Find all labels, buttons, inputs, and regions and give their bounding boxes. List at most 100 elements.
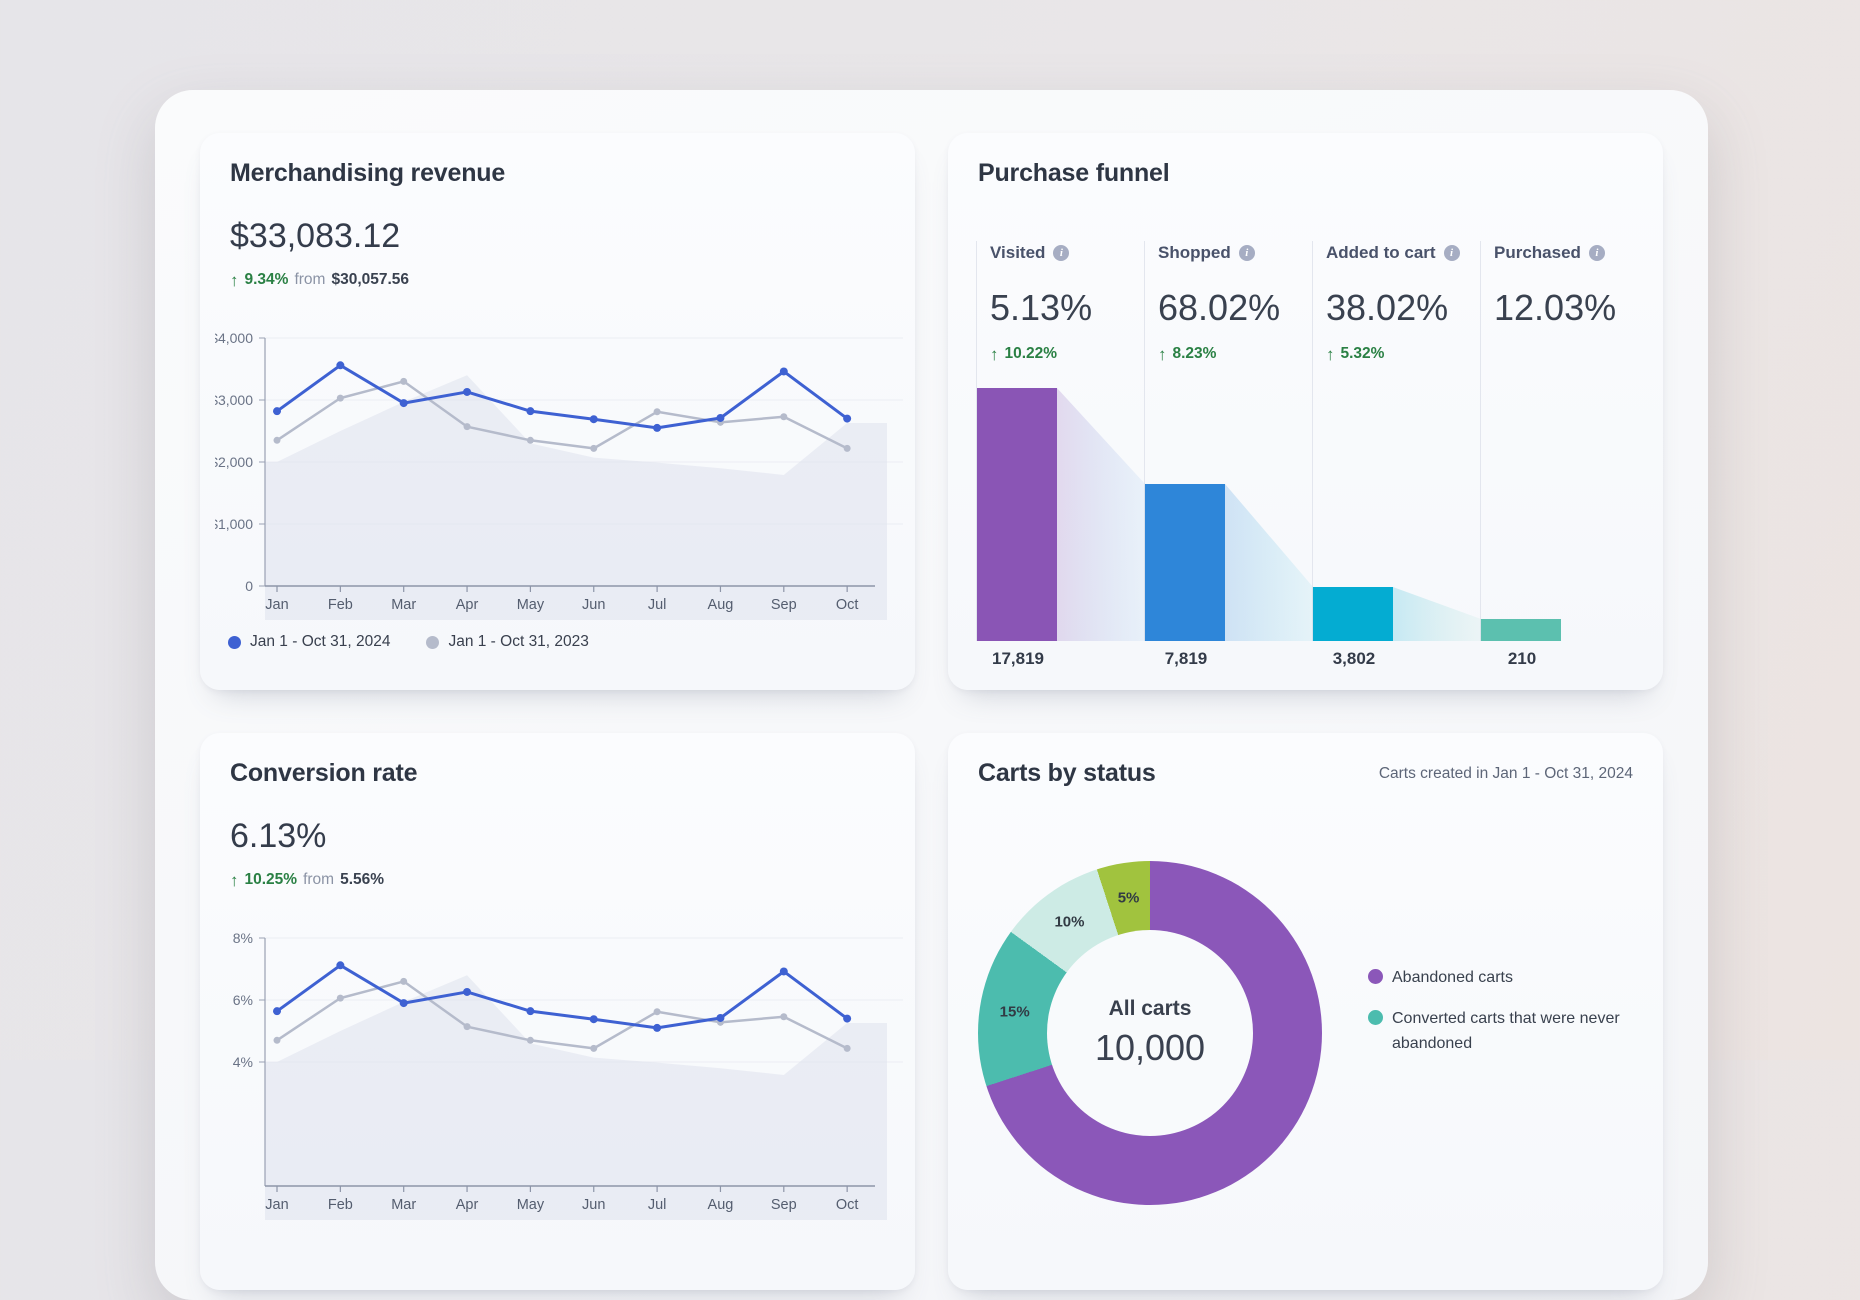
dashboard-panel: Merchandising revenue $33,083.12 ↑ 9.34%…: [155, 90, 1708, 1300]
x-axis-label: Mar: [391, 597, 416, 613]
card-title: Carts by status: [978, 759, 1156, 788]
data-point[interactable]: [526, 407, 534, 415]
funnel-column-added-to-cart: Added to cart i 38.02% ↑5.32%: [1312, 241, 1480, 641]
funnel-stage-percent: 5.13%: [990, 287, 1144, 329]
card-purchase-funnel: Purchase funnel Visitedi5.13%↑10.22%Shop…: [948, 133, 1663, 690]
data-point[interactable]: [336, 961, 344, 969]
funnel-column-label: Shopped: [1158, 243, 1231, 263]
data-point[interactable]: [274, 1037, 281, 1044]
funnel-column-label: Added to cart: [1326, 243, 1436, 263]
funnel-column-label: Purchased: [1494, 243, 1581, 263]
legend-item-jan-1-oct-31-2023[interactable]: Jan 1 - Oct 31, 2023: [426, 633, 588, 651]
previous-value: 5.56%: [340, 871, 384, 889]
revenue-value: $33,083.12: [230, 217, 400, 256]
y-axis-tick: $2,000: [215, 454, 253, 470]
legend-dot: [228, 636, 241, 649]
funnel-column-header: Visited i: [990, 243, 1144, 263]
y-axis-tick: $4,000: [215, 330, 253, 346]
data-point[interactable]: [653, 1024, 661, 1032]
info-icon[interactable]: i: [1444, 245, 1460, 261]
data-point[interactable]: [463, 988, 471, 996]
data-point[interactable]: [400, 978, 407, 985]
data-point[interactable]: [464, 1023, 471, 1030]
data-point[interactable]: [780, 367, 788, 375]
revenue-line-chart: $4,000$3,000$2,000$1,0000JanFebMarAprMay…: [215, 328, 915, 628]
conversion-value: 6.13%: [230, 817, 326, 856]
data-point[interactable]: [337, 995, 344, 1002]
data-point[interactable]: [336, 361, 344, 369]
data-point[interactable]: [337, 395, 344, 402]
data-point[interactable]: [780, 413, 787, 420]
data-point[interactable]: [653, 424, 661, 432]
donut-percent-label: 5%: [1118, 889, 1140, 906]
funnel-column-visited: Visited i 5.13% ↑10.22%: [976, 241, 1144, 641]
donut-percent-label: 15%: [1000, 1003, 1030, 1020]
data-point[interactable]: [463, 388, 471, 396]
x-axis-label: May: [517, 1197, 545, 1213]
legend-item-abandoned-carts[interactable]: Abandoned carts: [1368, 966, 1648, 991]
data-point[interactable]: [716, 1014, 724, 1022]
data-point[interactable]: [527, 1037, 534, 1044]
legend-label: Jan 1 - Oct 31, 2024: [250, 633, 390, 651]
data-point[interactable]: [527, 437, 534, 444]
data-point[interactable]: [590, 445, 597, 452]
delta-percent: 9.34%: [245, 271, 289, 289]
info-icon[interactable]: i: [1589, 245, 1605, 261]
funnel-stage-percent: 38.02%: [1326, 287, 1480, 329]
funnel-stage-delta: ↑5.32%: [1326, 345, 1480, 363]
data-point[interactable]: [273, 407, 281, 415]
data-point[interactable]: [274, 437, 281, 444]
legend-item-jan-1-oct-31-2024[interactable]: Jan 1 - Oct 31, 2024: [228, 633, 390, 651]
x-axis-label: Sep: [771, 597, 797, 613]
data-point[interactable]: [400, 999, 408, 1007]
x-axis-label: Jun: [582, 1197, 605, 1213]
delta-percent: 5.32%: [1341, 345, 1385, 363]
card-merchandising-revenue: Merchandising revenue $33,083.12 ↑ 9.34%…: [200, 133, 915, 690]
carts-date-range: Carts created in Jan 1 - Oct 31, 2024: [1379, 765, 1633, 783]
info-icon[interactable]: i: [1239, 245, 1255, 261]
info-icon[interactable]: i: [1053, 245, 1069, 261]
donut-center-label: All carts: [1109, 997, 1192, 1021]
funnel-columns: Visitedi5.13%↑10.22%Shoppedi68.02%↑8.23%…: [976, 241, 1648, 641]
data-point[interactable]: [716, 414, 724, 422]
x-axis-label: Jan: [265, 597, 288, 613]
funnel-column-label: Visited: [990, 243, 1045, 263]
funnel-column-purchased: Purchasedi12.03%: [1480, 241, 1648, 641]
funnel-stage-delta: ↑8.23%: [1158, 345, 1312, 363]
data-point[interactable]: [590, 415, 598, 423]
data-point[interactable]: [590, 1045, 597, 1052]
data-point[interactable]: [526, 1007, 534, 1015]
x-axis-label: Jul: [648, 597, 667, 613]
y-axis-tick: 6%: [233, 992, 253, 1008]
revenue-chart-legend: Jan 1 - Oct 31, 2024 Jan 1 - Oct 31, 2023: [228, 633, 589, 651]
data-point[interactable]: [590, 1015, 598, 1023]
data-point[interactable]: [843, 1015, 851, 1023]
funnel-stage-delta: ↑10.22%: [990, 345, 1144, 363]
y-axis-tick: $3,000: [215, 392, 253, 408]
x-axis-label: Mar: [391, 1197, 416, 1213]
y-axis-tick: 8%: [233, 930, 253, 946]
from-label: from: [303, 871, 334, 889]
funnel-count-visited: 17,819: [976, 649, 1060, 669]
card-conversion-rate: Conversion rate 6.13% ↑ 10.25% from 5.56…: [200, 733, 915, 1290]
data-point[interactable]: [654, 408, 661, 415]
background-band-area: [265, 975, 887, 1220]
legend-dot: [1368, 1010, 1383, 1025]
data-point[interactable]: [780, 967, 788, 975]
data-point[interactable]: [400, 378, 407, 385]
funnel-column-shopped: Shoppedi68.02%↑8.23%: [1144, 241, 1312, 641]
conversion-line-chart: 8%6%4%JanFebMarAprMayJunJulAugSepOct: [215, 928, 915, 1228]
x-axis-label: Apr: [456, 597, 479, 613]
data-point[interactable]: [654, 1008, 661, 1015]
data-point[interactable]: [273, 1007, 281, 1015]
previous-value: $30,057.56: [331, 271, 409, 289]
data-point[interactable]: [843, 415, 851, 423]
data-point[interactable]: [464, 423, 471, 430]
data-point[interactable]: [400, 399, 408, 407]
legend-item-converted-carts-that-were-never-abandoned[interactable]: Converted carts that were never abandone…: [1368, 1007, 1648, 1057]
data-point[interactable]: [844, 445, 851, 452]
data-point[interactable]: [844, 1045, 851, 1052]
x-axis-label: Jan: [265, 1197, 288, 1213]
data-point[interactable]: [780, 1013, 787, 1020]
donut-center-value: 10,000: [1095, 1027, 1205, 1069]
